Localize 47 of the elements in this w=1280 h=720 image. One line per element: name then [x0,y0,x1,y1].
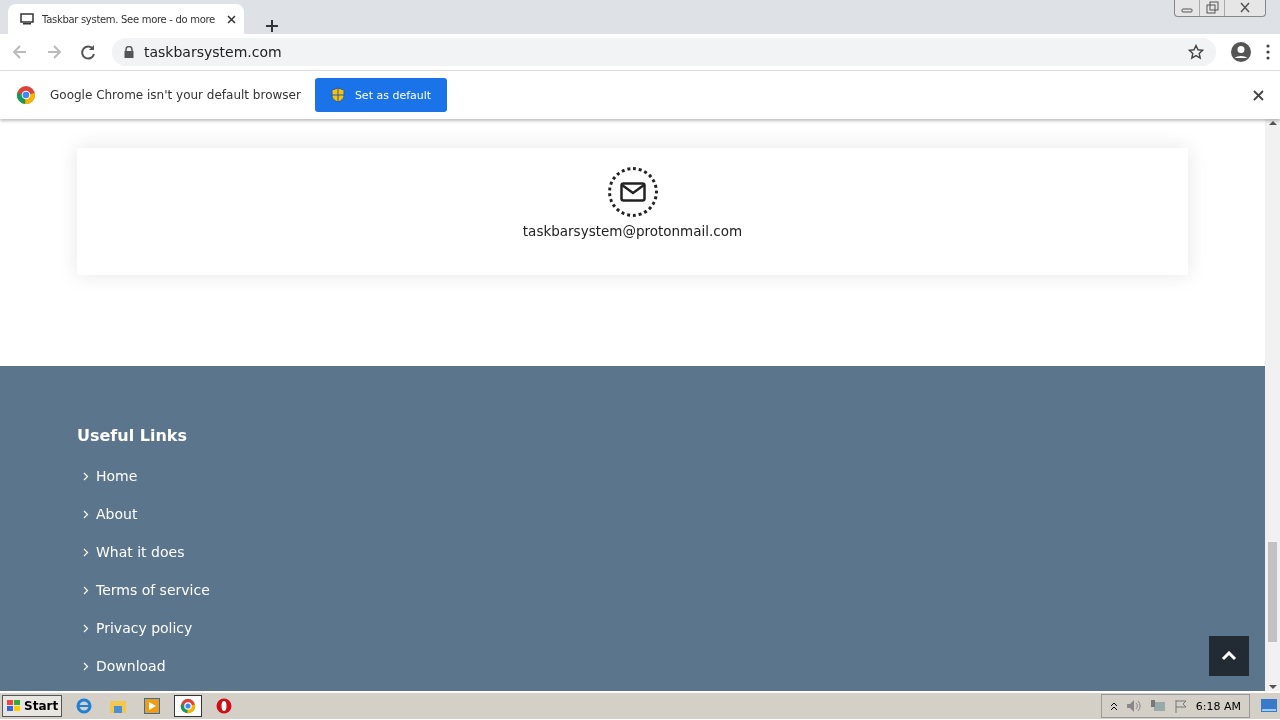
chevron-right-icon [83,471,89,481]
internet-explorer-icon[interactable] [75,697,94,715]
chevron-right-icon [83,509,89,519]
opera-icon[interactable] [216,698,233,714]
footer-link[interactable]: Terms of service [77,571,1188,609]
chevron-right-icon [83,661,89,671]
start-button[interactable]: Start [2,695,63,717]
chevron-right-icon [83,585,89,595]
clock: 6:18 AM [1195,699,1241,713]
footer-link[interactable]: Privacy policy [77,609,1188,647]
footer-link[interactable]: About [77,495,1188,533]
chevron-up-icon [1221,651,1237,661]
chevron-right-icon [83,623,89,633]
set-default-button[interactable]: Set as default [314,78,448,112]
menu-icon[interactable] [1266,44,1270,60]
chrome-logo-icon [180,698,197,714]
media-player-icon[interactable] [144,698,161,714]
chrome-logo-icon [16,85,36,105]
monitor-icon [20,13,34,25]
footer-link[interactable]: Home [77,457,1188,495]
windows-logo-icon [6,699,22,713]
shield-icon [330,87,345,103]
show-desktop-icon[interactable] [1260,698,1278,714]
back-to-top-button[interactable] [1209,636,1249,676]
chevron-up-icon[interactable] [1109,701,1118,711]
email-address: taskbarsystem@protonmail.com [522,223,743,239]
profile-icon[interactable] [1230,41,1252,63]
close-icon[interactable] [227,14,236,24]
chrome-taskbar-button[interactable] [174,695,203,717]
flag-icon[interactable] [1173,699,1188,713]
scrollbar[interactable] [1265,119,1280,691]
network-icon[interactable] [1149,699,1166,713]
address-bar[interactable]: taskbarsystem.com [112,38,1216,66]
close-icon[interactable] [1253,89,1264,101]
browser-tab[interactable]: Taskbar system. See more - do more [8,4,244,34]
tab-title: Taskbar system. See more - do more [42,13,216,25]
email-icon [607,167,658,217]
chevron-right-icon [83,547,89,557]
scrollbar-thumb[interactable] [1268,542,1277,642]
footer-heading: Useful Links [77,426,188,445]
footer-link[interactable]: What it does [77,533,1188,571]
footer-link[interactable]: Download [77,647,1188,685]
url-text: taskbarsystem.com [144,44,283,60]
lock-icon [124,46,134,58]
star-icon[interactable] [1188,44,1204,60]
infobar-message: Google Chrome isn't your default browser [50,88,301,102]
new-tab-icon[interactable] [266,20,278,32]
